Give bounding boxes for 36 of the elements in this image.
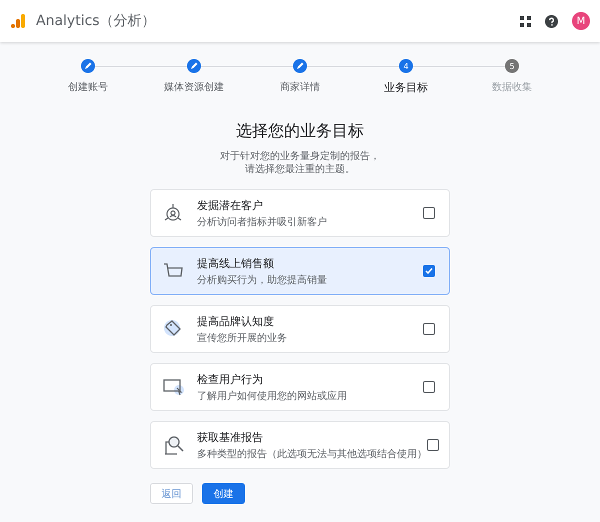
checkbox[interactable] — [423, 265, 435, 277]
page-heading: 选择您的业务目标 — [236, 121, 364, 142]
option-title: 获取基准报告 — [197, 430, 264, 444]
step-label: 商家详情 — [280, 80, 320, 94]
option-description: 分析访问者指标并吸引新客户 — [197, 216, 328, 228]
step-label: 数据收集 — [492, 81, 532, 94]
checkbox[interactable] — [423, 207, 435, 219]
option-title: 发掘潜在客户 — [197, 198, 264, 212]
option-title: 检查用户行为 — [197, 372, 264, 386]
option-description: 宣传您所开展的业务 — [197, 332, 288, 344]
option-description: 多种类型的报告（此选项无法与其他选项结合使用） — [197, 448, 427, 460]
option-description: 分析购买行为，助您提高销量 — [197, 274, 328, 286]
step-label: 创建账号 — [68, 80, 108, 94]
goal-option-card[interactable]: 提高线上销售额 分析购买行为，助您提高销量 — [150, 247, 450, 295]
step-number: 5 — [505, 59, 519, 73]
step-label: 媒体资源创建 — [164, 80, 224, 94]
app-title: Analytics（分析） — [36, 12, 157, 30]
intro-text: 对于针对您的业务量身定制的报告， — [220, 150, 380, 163]
goal-option-card[interactable]: 提高品牌认知度 宣传您所开展的业务 — [150, 305, 450, 353]
goal-option-card[interactable]: 发掘潜在客户 分析访问者指标并吸引新客户 — [150, 189, 450, 237]
goal-option-card[interactable]: 检查用户行为 了解用户如何使用您的网站或应用 — [150, 363, 450, 411]
option-title: 提高线上销售额 — [197, 256, 275, 270]
option-description: 了解用户如何使用您的网站或应用 — [197, 390, 348, 402]
checkbox[interactable] — [427, 439, 439, 451]
checkbox[interactable] — [423, 381, 435, 393]
option-title: 提高品牌认知度 — [197, 314, 275, 328]
step-label: 业务目标 — [384, 80, 428, 95]
create-button[interactable]: 创建 — [202, 483, 245, 504]
checkbox[interactable] — [423, 323, 435, 335]
analytics-logo-icon — [10, 13, 26, 29]
apps-grid-icon[interactable] — [520, 16, 531, 26]
help-icon[interactable] — [545, 14, 558, 28]
intro-text: 请选择您最注重的主题。 — [245, 163, 355, 176]
account-avatar[interactable]: M — [572, 12, 590, 30]
goal-option-card[interactable]: 获取基准报告 多种类型的报告（此选项无法与其他选项结合使用） — [150, 421, 450, 469]
step-number: 4 — [399, 59, 413, 73]
